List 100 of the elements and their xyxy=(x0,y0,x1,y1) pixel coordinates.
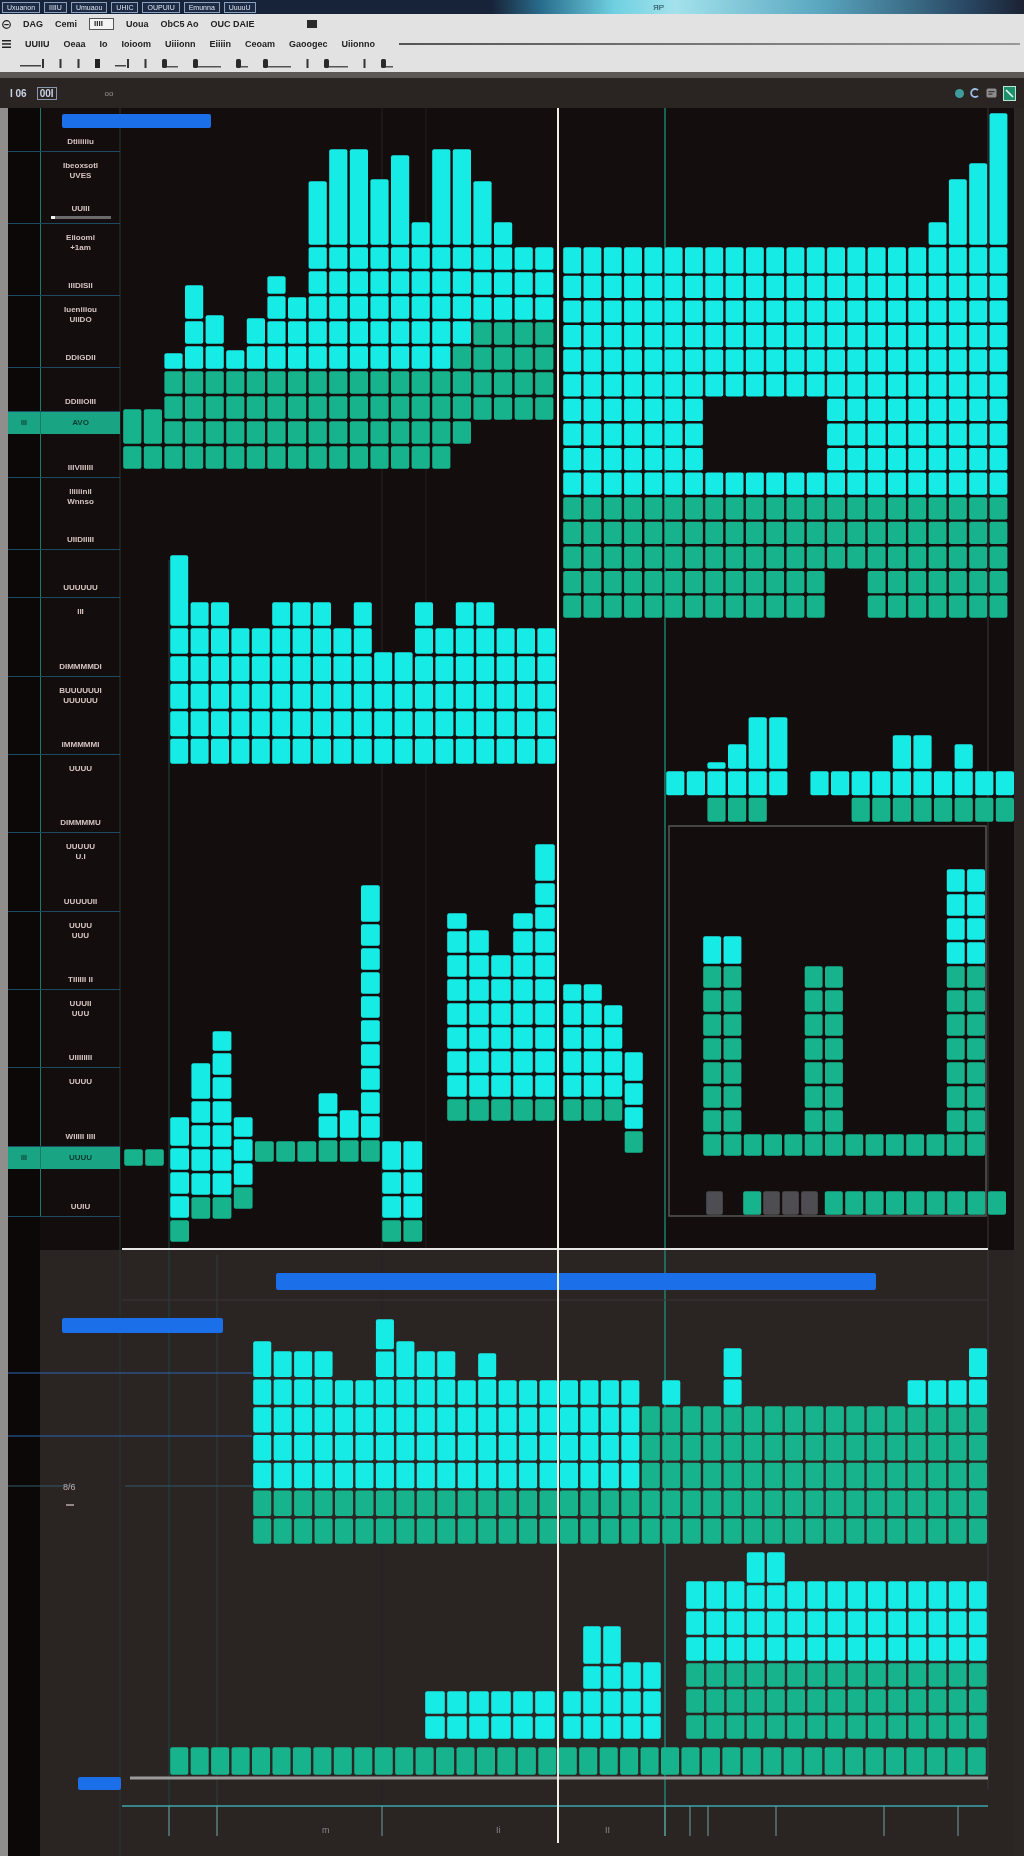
track-label: AVO xyxy=(72,417,89,428)
tool-icon[interactable] xyxy=(236,58,248,68)
track-label: DIMMMMU xyxy=(60,818,101,829)
track-label: DDIIIOIII xyxy=(64,396,97,407)
tool-icon[interactable] xyxy=(95,58,100,68)
track-header[interactable]: Iliiiinil Wnnso UIIDIIIII xyxy=(8,478,120,550)
track-name: UIIDO xyxy=(69,314,92,325)
track-label: UUUUUU xyxy=(63,583,98,594)
tool-icon[interactable] xyxy=(324,58,348,68)
menu-item[interactable]: Io xyxy=(99,39,108,49)
track-label: UIIIIIIII xyxy=(68,1053,93,1064)
ruler-label: Ii xyxy=(496,1825,501,1835)
track-label: IIIDISII xyxy=(68,280,93,291)
track-name: UUUU xyxy=(68,920,93,931)
track-header[interactable]: UUUU WIIIII IIII xyxy=(8,1068,120,1147)
track-header[interactable]: III DIMMMMDI xyxy=(8,598,120,677)
slash-square-icon[interactable] xyxy=(1003,85,1016,101)
tool-icon[interactable] xyxy=(162,58,178,68)
track-header[interactable]: IIIVIIIIII xyxy=(8,433,120,479)
track-header[interactable]: Eiiooml +1am IIIDISII xyxy=(8,224,120,296)
slider-fill[interactable] xyxy=(50,216,56,220)
track-name: UUUUU xyxy=(66,842,95,853)
ring-icon[interactable] xyxy=(970,88,980,98)
tool-icon[interactable] xyxy=(381,58,393,68)
track-header[interactable]: UUUUU U.I UUUUUII xyxy=(8,833,120,912)
track-label: Dtiiiiiiu xyxy=(67,137,94,148)
tool-icon[interactable] xyxy=(20,58,44,68)
track-name: Ibeoxsotl xyxy=(62,161,99,172)
value-box: 00I xyxy=(36,86,57,100)
header-label: oo xyxy=(104,88,114,98)
track-label: IIIVIIIIII xyxy=(67,463,94,474)
track-name: UUUUUU xyxy=(63,695,98,706)
menu-item[interactable]: Ceoam xyxy=(245,39,276,49)
track-name: UUU xyxy=(71,930,90,941)
menu-item[interactable]: Uiiionn xyxy=(165,39,196,49)
track-header[interactable]: UUIU xyxy=(8,1168,120,1217)
menu-item[interactable]: Gaoogec xyxy=(289,39,328,49)
tool-icon[interactable] xyxy=(193,58,221,68)
track-name: Eiiooml xyxy=(66,233,95,244)
marker-label: 8/6 xyxy=(63,1482,76,1492)
track-name: UUUII xyxy=(69,999,92,1009)
menu-item[interactable]: Ioioom xyxy=(121,39,152,49)
tool-icon[interactable] xyxy=(59,58,62,68)
track-label: UIIDIIIII xyxy=(66,535,95,545)
track-header[interactable]: UUUU DIMMMMU xyxy=(8,754,120,834)
tool-icon[interactable] xyxy=(144,58,147,68)
track-label: DIMMMMDI xyxy=(59,661,102,672)
toolbar-item[interactable]: ObC5 Ao xyxy=(160,19,199,29)
track-name: Iliiiinil xyxy=(69,487,92,498)
header-text: I 06 xyxy=(10,87,27,99)
track-name: U.I xyxy=(75,852,86,863)
track-name: III xyxy=(77,607,84,618)
track-label: DDIGDII xyxy=(65,352,96,363)
track-header[interactable]: UUUUUU xyxy=(8,550,120,599)
card-icon[interactable] xyxy=(986,88,997,98)
menu-icon[interactable] xyxy=(2,40,11,48)
track-label: WIIIII IIII xyxy=(65,1131,96,1142)
tool-icon[interactable] xyxy=(115,58,129,68)
track-name: UUU xyxy=(71,1009,90,1019)
track-header[interactable]: DDIIIOIII xyxy=(8,367,120,412)
block-series xyxy=(124,1149,164,1166)
minus-circle-icon[interactable] xyxy=(2,19,11,29)
track-name: Wnnso xyxy=(67,497,94,508)
taskbar-text: ЯР xyxy=(652,2,664,12)
track-label: IMMMMMI xyxy=(61,739,100,750)
menu-item[interactable]: Eiiiin xyxy=(209,39,232,49)
track-header[interactable]: BUUUUUUI UUUUUU IMMMMMI xyxy=(8,676,120,755)
track-header[interactable]: UUUII UUU UIIIIIIII xyxy=(8,990,120,1069)
track-label: UUIII xyxy=(71,204,90,215)
tool-icon[interactable] xyxy=(77,58,80,68)
menu-item[interactable]: Oeaa xyxy=(63,39,86,49)
track-label: UUIU xyxy=(70,1201,91,1212)
track-header[interactable]: UUUU UUU TIIIIII II xyxy=(8,911,120,990)
menu-item[interactable]: UUIIU xyxy=(25,39,50,49)
track-name: UVES xyxy=(69,171,92,182)
track-name: UUUU xyxy=(68,763,93,774)
slider-track[interactable] xyxy=(50,216,111,220)
track-header[interactable]: Dtiiiiiiu xyxy=(8,108,120,153)
track-name: UUUU xyxy=(68,1077,93,1088)
track-label: TIIIIII II xyxy=(68,975,93,985)
track-header[interactable]: Iueniiiou UIIDO DDIGDII xyxy=(8,295,120,368)
circle-icon[interactable] xyxy=(955,88,964,98)
toolbar-item[interactable]: Uoua xyxy=(125,19,149,29)
track-name: +1am xyxy=(70,243,91,254)
menu-item[interactable]: Uiionno xyxy=(341,39,376,49)
track-label: UUUUUII xyxy=(63,896,98,907)
track-header[interactable]: Ibeoxsotl UVES UUIII xyxy=(8,152,120,225)
track-name: Iueniiiou xyxy=(64,304,97,315)
track-label: UUUU xyxy=(68,1152,93,1163)
square-icon[interactable] xyxy=(306,20,317,28)
toolbar-item[interactable]: OUC DAIE xyxy=(210,19,255,29)
tool-icon[interactable] xyxy=(363,58,366,68)
tool-icon[interactable] xyxy=(263,58,291,68)
input-field[interactable]: IIII xyxy=(89,18,114,30)
tool-icon[interactable] xyxy=(306,58,309,68)
ruler-label: m xyxy=(322,1825,330,1835)
toolbar-item[interactable]: DAG xyxy=(23,19,43,29)
ruler-label: II xyxy=(605,1825,610,1835)
track-name: BUUUUUUI xyxy=(59,685,102,696)
toolbar-item[interactable]: Cemi xyxy=(55,19,77,29)
